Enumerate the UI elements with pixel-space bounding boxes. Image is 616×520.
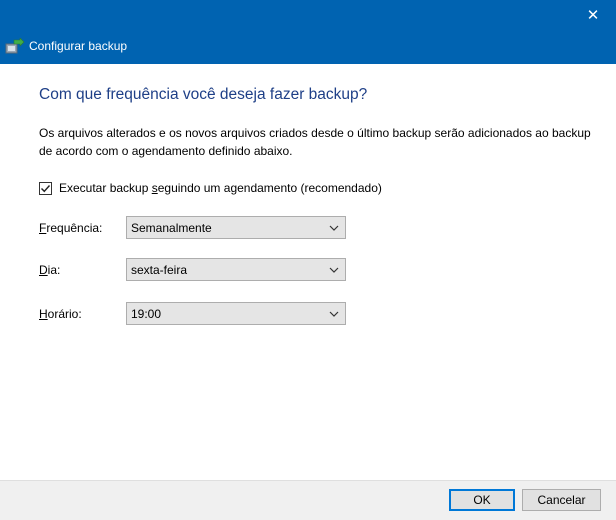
window-title: Configurar backup	[29, 39, 128, 53]
schedule-checkbox-label: Executar backup seguindo um agendamento …	[59, 181, 382, 195]
close-icon: ✕	[586, 6, 600, 24]
chevron-down-icon	[329, 267, 339, 273]
frequency-label: Frequência:	[39, 221, 103, 235]
time-label: Horário:	[39, 307, 82, 321]
navigation-bar: Configurar backup	[0, 30, 616, 64]
dialog-footer: OK Cancelar	[0, 480, 616, 520]
page-heading: Com que frequência você deseja fazer bac…	[39, 86, 368, 103]
content-area: Com que frequência você deseja fazer bac…	[0, 64, 616, 480]
day-label: Dia:	[39, 263, 61, 277]
ok-button[interactable]: OK	[449, 489, 515, 511]
page-description: Os arquivos alterados e os novos arquivo…	[39, 126, 591, 158]
backup-icon	[5, 38, 25, 54]
schedule-checkbox[interactable]	[39, 181, 52, 195]
chevron-down-icon	[329, 225, 339, 231]
time-value: 19:00	[131, 306, 162, 321]
frequency-select[interactable]: Semanalmente	[126, 216, 346, 239]
day-value: sexta-feira	[131, 262, 188, 277]
schedule-checkbox-row[interactable]: Executar backup seguindo um agendamento …	[39, 181, 382, 195]
title-bar: ✕	[0, 0, 616, 30]
checkmark-icon	[41, 184, 51, 192]
frequency-value: Semanalmente	[131, 220, 212, 235]
cancel-button[interactable]: Cancelar	[522, 489, 601, 511]
day-select[interactable]: sexta-feira	[126, 258, 346, 281]
time-select[interactable]: 19:00	[126, 302, 346, 325]
chevron-down-icon	[329, 311, 339, 317]
close-button[interactable]: ✕	[570, 0, 616, 30]
backup-dialog: ✕ Configurar backup Com que frequência v…	[0, 0, 616, 520]
